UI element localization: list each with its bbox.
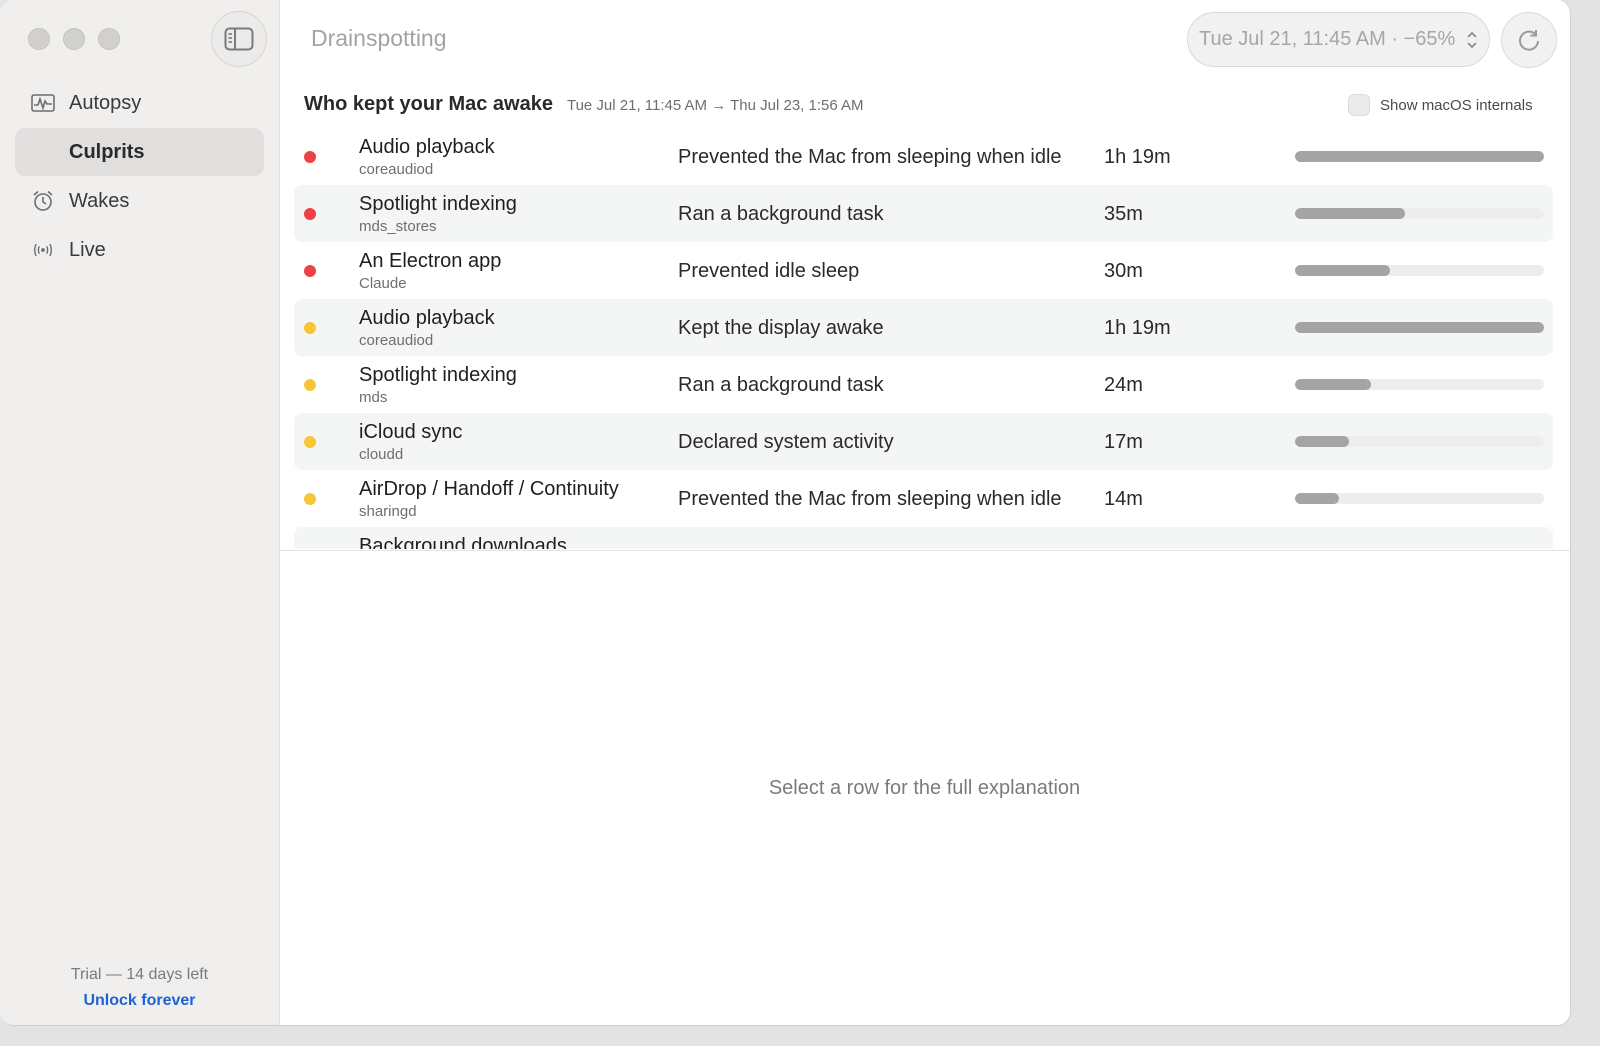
duration-bar-fill — [1295, 379, 1371, 390]
process-name: sharingd — [359, 503, 417, 520]
process-name: coreaudiod — [359, 332, 434, 349]
show-internals-label: Show macOS internals — [1380, 96, 1533, 114]
table-row[interactable]: Background downloads — [294, 527, 1553, 549]
severity-dot — [304, 208, 316, 220]
window-controls — [28, 28, 120, 50]
culprit-reason: Kept the display awake — [678, 317, 884, 339]
culprit-reason: Prevented the Mac from sleeping when idl… — [678, 488, 1062, 510]
duration-bar — [1295, 265, 1544, 276]
duration-bar-fill — [1295, 208, 1406, 219]
table-row[interactable]: Audio playback coreaudiod Prevented the … — [294, 128, 1553, 185]
culprit-duration: 1h 19m — [1104, 146, 1171, 168]
sidebar-item-label: Wakes — [69, 189, 130, 212]
duration-bar — [1295, 208, 1544, 219]
unlock-forever-link[interactable]: Unlock forever — [0, 992, 279, 1010]
culprit-reason: Ran a background task — [678, 203, 884, 225]
culprit-name: Background downloads — [359, 535, 567, 549]
sidebar-item-culprits[interactable]: Culprits — [15, 128, 264, 176]
culprit-duration: 35m — [1104, 203, 1143, 225]
culprit-reason: Prevented the Mac from sleeping when idl… — [678, 146, 1062, 168]
chevron-updown-icon — [1467, 31, 1477, 49]
time-range-value: Tue Jul 21, 11:45 AM · −65% — [1199, 28, 1456, 50]
show-internals-toggle[interactable]: Show macOS internals — [1348, 94, 1533, 116]
trial-status: Trial — 14 days left — [70, 966, 209, 983]
split-divider[interactable] — [279, 550, 1570, 551]
duration-bar-fill — [1295, 493, 1340, 504]
table-row[interactable]: An Electron app Claude Prevented idle sl… — [294, 242, 1553, 299]
culprit-name: Audio playback — [359, 307, 495, 329]
table-row[interactable]: iCloud sync cloudd Declared system activ… — [294, 413, 1553, 470]
app-window: Autopsy Culprits Wakes Live Trial — 14 d… — [0, 0, 1571, 1026]
sidebar-item-live[interactable]: Live — [15, 226, 264, 274]
severity-dot — [304, 379, 316, 391]
duration-bar-fill — [1295, 322, 1544, 333]
sidebar-item-wakes[interactable]: Wakes — [15, 177, 264, 225]
process-name: Claude — [359, 275, 407, 292]
table-row[interactable]: Audio playback coreaudiod Kept the displ… — [294, 299, 1553, 356]
section-date-range: Tue Jul 21, 11:45 AM → Thu Jul 23, 1:56 … — [566, 97, 864, 114]
culprit-duration: 30m — [1104, 260, 1143, 282]
broadcast-icon — [31, 238, 55, 262]
culprit-name: iCloud sync — [359, 421, 463, 443]
culprits-table: Audio playback coreaudiod Prevented the … — [294, 128, 1553, 549]
section-header: Who kept your Mac awake Tue Jul 21, 11:4… — [304, 93, 864, 116]
culprit-reason: Declared system activity — [678, 431, 894, 453]
sidebar-icon — [224, 27, 254, 51]
culprit-duration: 24m — [1104, 374, 1143, 396]
duration-bar — [1295, 436, 1544, 447]
process-name: mds_stores — [359, 218, 437, 235]
table-row[interactable]: AirDrop / Handoff / Continuity sharingd … — [294, 470, 1553, 527]
refresh-icon — [1519, 30, 1539, 51]
severity-dot — [304, 436, 316, 448]
sidebar-item-label: Culprits — [69, 140, 145, 163]
waveform-chart-icon — [31, 91, 55, 115]
close-window-button[interactable] — [28, 28, 50, 50]
culprit-reason: Prevented idle sleep — [678, 260, 860, 282]
duration-bar — [1295, 493, 1544, 504]
severity-dot — [304, 493, 316, 505]
minimize-window-button[interactable] — [63, 28, 85, 50]
duration-bar — [1295, 379, 1544, 390]
process-name: cloudd — [359, 446, 404, 463]
culprit-duration: 17m — [1104, 431, 1143, 453]
duration-bar-fill — [1295, 151, 1544, 162]
sidebar-toggle-button[interactable] — [211, 11, 267, 67]
sidebar-nav: Autopsy Culprits Wakes Live — [15, 79, 264, 275]
sidebar: Autopsy Culprits Wakes Live Trial — 14 d… — [0, 0, 280, 1025]
culprit-name: Spotlight indexing — [359, 193, 517, 215]
show-internals-checkbox[interactable] — [1348, 94, 1370, 116]
table-row[interactable]: Spotlight indexing mds_stores Ran a back… — [294, 185, 1553, 242]
duration-bar-fill — [1295, 265, 1390, 276]
duration-bar — [1295, 322, 1544, 333]
culprit-reason: Ran a background task — [678, 374, 884, 396]
culprit-name: AirDrop / Handoff / Continuity — [359, 478, 619, 500]
culprit-duration: 1h 19m — [1104, 317, 1171, 339]
severity-dot — [304, 265, 316, 277]
time-range-select[interactable]: Tue Jul 21, 11:45 AM · −65% — [1187, 12, 1490, 67]
process-name: coreaudiod — [359, 161, 434, 178]
severity-dot — [304, 151, 316, 163]
section-title: Who kept your Mac awake — [304, 93, 553, 115]
duration-bar — [1295, 151, 1544, 162]
sidebar-item-label: Autopsy — [69, 91, 142, 114]
alarm-clock-icon — [31, 189, 55, 213]
culprit-name: Audio playback — [359, 136, 495, 158]
zoom-window-button[interactable] — [98, 28, 120, 50]
refresh-button[interactable] — [1501, 12, 1557, 68]
table-row[interactable]: Spotlight indexing mds Ran a background … — [294, 356, 1553, 413]
detail-placeholder: Select a row for the full explanation — [768, 777, 1081, 799]
process-name: mds — [359, 389, 388, 406]
duration-bar-fill — [1295, 436, 1349, 447]
culprit-name: An Electron app — [359, 250, 502, 272]
sidebar-item-label: Live — [69, 238, 106, 261]
culprit-duration: 14m — [1104, 488, 1143, 510]
severity-dot — [304, 322, 316, 334]
sidebar-item-autopsy[interactable]: Autopsy — [15, 79, 264, 127]
app-title: Drainspotting — [311, 25, 447, 51]
culprit-name: Spotlight indexing — [359, 364, 517, 386]
